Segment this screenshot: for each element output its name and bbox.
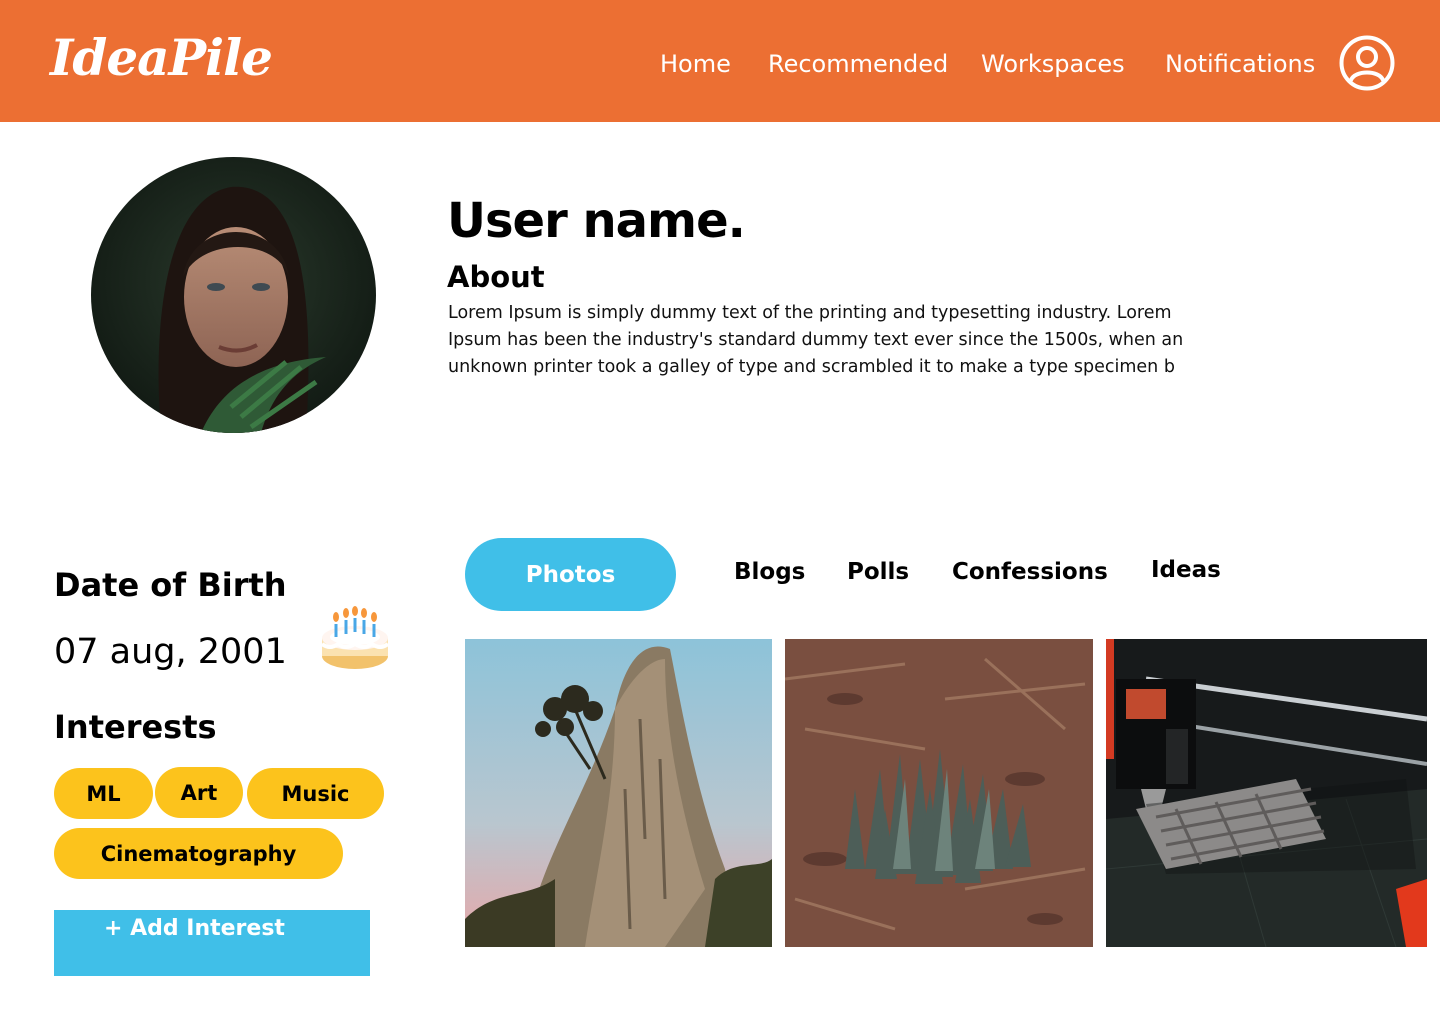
nav-notifications-link[interactable]: Notifications [1165,50,1315,78]
tab-polls[interactable]: Polls [847,559,909,585]
date-of-birth-heading: Date of Birth [54,566,287,604]
interest-chip-art[interactable]: Art [155,767,243,818]
nav-workspaces-link[interactable]: Workspaces [981,50,1125,78]
birthday-cake-icon [320,604,390,670]
about-text: Lorem Ipsum is simply dummy text of the … [448,303,1184,377]
interest-chip-ml[interactable]: ML [54,768,153,819]
add-interest-label: + Add Interest [104,916,285,941]
tab-blogs[interactable]: Blogs [734,559,805,585]
photo-plant-sprouts[interactable] [785,639,1093,947]
user-circle-icon[interactable] [1339,35,1395,91]
nav-recommended-link[interactable]: Recommended [768,50,948,78]
nav-home-link[interactable]: Home [660,50,731,78]
date-of-birth-value: 07 aug, 2001 [54,632,287,672]
interest-chip-cinematography[interactable]: Cinematography [54,828,343,879]
interests-heading: Interests [54,708,217,746]
add-interest-button[interactable]: + Add Interest [54,910,370,976]
tab-ideas[interactable]: Ideas [1151,557,1221,583]
photo-3d-printer[interactable] [1106,639,1427,947]
tab-photos[interactable]: Photos [465,538,676,611]
profile-username: User name. [447,193,746,249]
interest-chip-music[interactable]: Music [247,768,384,819]
about-heading: About [447,260,545,294]
top-navbar: IdeaPile Home Recommended Workspaces Not… [0,0,1440,122]
profile-avatar[interactable] [91,157,376,433]
photo-rock-formation[interactable] [465,639,772,947]
tab-confessions[interactable]: Confessions [952,559,1108,585]
app-logo[interactable]: IdeaPile [50,28,273,87]
